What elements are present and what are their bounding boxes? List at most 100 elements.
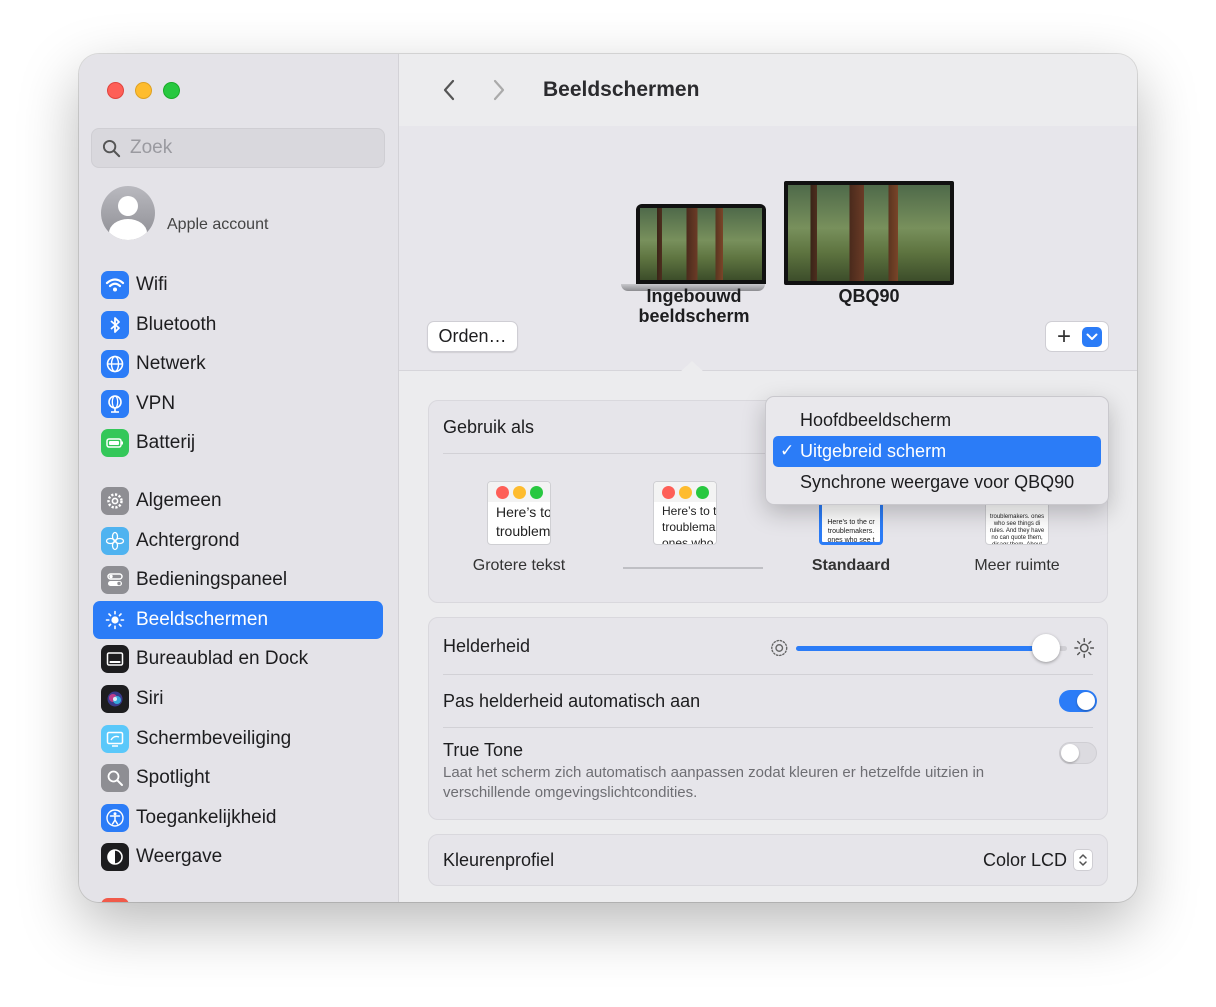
zoom-button[interactable]: [163, 82, 180, 99]
resolution-thumbnail: Here’s to troublem: [487, 481, 551, 545]
forward-button[interactable]: [479, 72, 519, 108]
sidebar-item-label: Bureaublad en Dock: [136, 648, 309, 670]
auto-brightness-toggle[interactable]: [1059, 690, 1097, 712]
siri-icon: [101, 684, 129, 713]
brightness-card: Helderheid Pas helderheid automatisch aa…: [428, 617, 1108, 820]
flower-icon: [101, 526, 129, 555]
sidebar-item-label: Wifi: [136, 274, 168, 295]
resolution-option[interactable]: Here’s to t troublema ones who: [625, 481, 745, 557]
sidebar-item-label: Weergave: [136, 846, 223, 868]
sidebar-item-label: Spotlight: [136, 767, 210, 789]
sidebar-item-siri[interactable]: Siri: [93, 680, 383, 718]
avatar: [101, 186, 155, 240]
true-tone-row: True Tone Laat het scherm zich automatis…: [429, 728, 1107, 803]
add-display-control: +: [1045, 321, 1109, 352]
color-profile-label: Kleurenprofiel: [443, 849, 555, 870]
magnifier-icon: [101, 764, 129, 793]
toolbar: Beeldschermen: [399, 54, 1137, 126]
sidebar-item-schermbeveiliging[interactable]: Schermbeveiliging: [93, 720, 383, 758]
brightness-row: Helderheid: [429, 618, 1107, 674]
sidebar-item-toegankelijkheid[interactable]: Toegankelijkheid: [93, 799, 383, 837]
globe-icon: [101, 350, 129, 379]
color-profile-select[interactable]: Color LCD: [983, 849, 1093, 871]
sidebar-item-wifi[interactable]: Wifi: [93, 266, 383, 304]
sidebar-item-label: Netwerk: [136, 353, 206, 375]
sidebar-item-label: Toegankelijkheid: [136, 806, 277, 828]
brightness-knob[interactable]: [1031, 633, 1060, 662]
sidebar-group-system: Algemeen Achtergrond Bedieningspaneel Be…: [93, 482, 383, 878]
screensaver-icon: [101, 724, 129, 753]
window-controls: [107, 82, 180, 99]
sidebar-item-achtergrond[interactable]: Achtergrond: [93, 522, 383, 560]
search-icon: [102, 139, 121, 157]
resolution-label: Meer ruimte: [974, 557, 1060, 574]
sidebar-item-batterij[interactable]: Batterij: [93, 424, 383, 462]
vpn-globe-icon: [101, 389, 129, 418]
battery-icon: [101, 429, 129, 458]
sidebar-item-label: Algemeen: [136, 490, 222, 511]
search-input[interactable]: [130, 137, 370, 159]
appearance-icon: [101, 843, 129, 872]
builtin-display-thumbnail[interactable]: [636, 204, 766, 284]
sidebar-item-bureaublad-en-dock[interactable]: Bureaublad en Dock: [93, 640, 383, 678]
close-button[interactable]: [107, 82, 124, 99]
switches-icon: [101, 566, 129, 595]
chevron-right-icon: [493, 79, 505, 101]
sidebar-item-netwerk[interactable]: Netwerk: [93, 345, 383, 383]
true-tone-description: Laat het scherm zich automatisch aanpass…: [443, 764, 985, 801]
sidebar-item-bluetooth[interactable]: Bluetooth: [93, 306, 383, 344]
minimize-button[interactable]: [135, 82, 152, 99]
selection-pointer: [680, 361, 704, 372]
arrange-button[interactable]: Orden…: [427, 321, 518, 352]
brightness-track[interactable]: [796, 633, 1067, 662]
bluetooth-icon: [101, 310, 129, 339]
sidebar-item-weergave[interactable]: Weergave: [93, 838, 383, 876]
apple-account[interactable]: Apple account: [101, 186, 268, 240]
brightness-fill: [796, 645, 1046, 651]
add-display-button[interactable]: +: [1046, 322, 1082, 351]
sidebar-item-label: Batterij: [136, 432, 196, 454]
checkmark-icon: ✓: [780, 441, 795, 460]
add-display-menu-button[interactable]: [1082, 326, 1102, 347]
sidebar-item-label: VPN: [136, 392, 176, 414]
sun-small-icon: [771, 639, 788, 657]
brightness-slider[interactable]: [769, 633, 1094, 662]
back-button[interactable]: [429, 72, 469, 108]
sidebar-item-spotlight[interactable]: Spotlight: [93, 759, 383, 797]
qbq90-display-thumbnail[interactable]: [784, 181, 954, 285]
qbq90-display-label: QBQ90: [838, 286, 900, 306]
dock-icon: [101, 645, 129, 674]
menu-item-hoofdbeeldscherm[interactable]: Hoofdbeeldscherm: [773, 405, 1101, 436]
page-title: Beeldschermen: [543, 78, 700, 101]
menu-item-synchrone-weergave[interactable]: Synchrone weergave voor QBQ90: [773, 467, 1101, 498]
true-tone-toggle[interactable]: [1059, 742, 1097, 764]
resolution-slider-track: [623, 567, 763, 569]
resolution-thumbnail: Here’s to t troublema ones who: [653, 481, 717, 545]
search-field[interactable]: [91, 128, 385, 168]
gear-icon: [101, 487, 129, 515]
account-label: Apple account: [167, 216, 269, 233]
sidebar-item-beeldschermen[interactable]: Beeldschermen: [93, 600, 383, 639]
sidebar-item-bedieningspaneel[interactable]: Bedieningspaneel: [93, 561, 383, 599]
chevron-left-icon: [443, 79, 455, 101]
chevron-down-icon: [1086, 333, 1098, 340]
sidebar-item-label: Bluetooth: [136, 313, 217, 335]
color-profile-value: Color LCD: [982, 849, 1067, 870]
sidebar-item-algemeen[interactable]: Algemeen: [93, 482, 383, 520]
menu-item-uitgebreid-scherm[interactable]: ✓ Uitgebreid scherm: [773, 436, 1101, 467]
auto-brightness-label: Pas helderheid automatisch aan: [443, 690, 701, 711]
sun-icon: [101, 605, 129, 634]
color-profile-card: Kleurenprofiel Color LCD: [428, 834, 1108, 886]
sidebar-item-label: Bedieningspaneel: [136, 569, 288, 591]
sidebar-item-label: Siri: [136, 687, 164, 709]
color-profile-row: Kleurenprofiel Color LCD: [429, 835, 1107, 885]
sidebar-item-vpn[interactable]: VPN: [93, 385, 383, 423]
sidebar-group-network: Wifi Bluetooth Netwerk VPN Batterij: [93, 266, 383, 464]
use-as-popup-menu: Hoofdbeeldscherm ✓ Uitgebreid scherm Syn…: [765, 396, 1109, 505]
resolution-label: Standaard: [811, 557, 891, 574]
sidebar-item-label: Achtergrond: [136, 529, 240, 551]
builtin-display-label: Ingebouwd beeldscherm: [638, 286, 750, 326]
accessibility-icon: [101, 803, 129, 832]
updown-chevron-icon: [1073, 849, 1093, 871]
resolution-option[interactable]: Here’s to troublem Grotere tekst: [459, 481, 579, 575]
